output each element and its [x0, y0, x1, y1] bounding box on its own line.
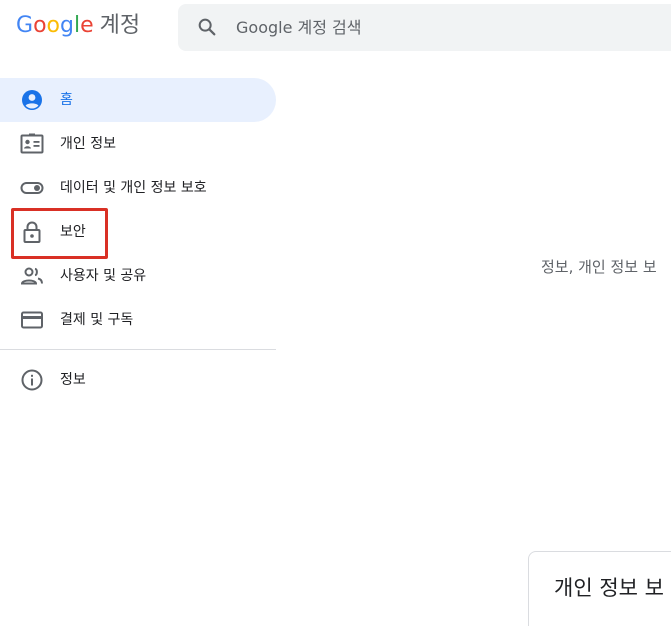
security-highlight-box — [11, 208, 108, 259]
sidebar-item-data-privacy[interactable]: 데이터 및 개인 정보 보호 — [0, 166, 276, 210]
sidebar-item-label: 사용자 및 공유 — [60, 268, 147, 284]
sidebar-item-label: 데이터 및 개인 정보 보호 — [60, 180, 207, 196]
toggle-icon — [20, 182, 44, 194]
search-box[interactable] — [178, 4, 671, 51]
info-icon — [21, 369, 43, 391]
logo-letter: g — [60, 13, 74, 38]
logo-letter: o — [46, 13, 60, 38]
privacy-card[interactable]: 개인 정보 보 정 — [528, 551, 671, 626]
product-name: 계정 — [99, 13, 141, 38]
sidebar-item-personal-info[interactable]: 개인 정보 — [0, 122, 276, 166]
people-icon — [20, 267, 43, 285]
sidebar-item-about[interactable]: 정보 — [0, 358, 276, 402]
sidebar-item-label: 개인 정보 — [60, 136, 116, 152]
logo-letter: o — [33, 13, 47, 38]
sidebar-item-home[interactable]: 홈 — [0, 78, 276, 122]
sidebar-divider — [0, 349, 276, 350]
sidebar-item-label: 홈 — [60, 92, 73, 108]
id-card-icon — [20, 133, 44, 154]
logo-letter: e — [80, 13, 94, 38]
logo-letter: G — [16, 13, 34, 38]
sidebar-item-people-sharing[interactable]: 사용자 및 공유 — [0, 254, 276, 298]
google-account-logo[interactable]: Google 계정 — [16, 12, 140, 40]
search-icon[interactable] — [196, 16, 218, 38]
sidebar-item-label: 정보 — [60, 372, 86, 388]
sidebar-item-label: 결제 및 구독 — [60, 312, 134, 328]
intro-text: 정보, 개인 정보 보 — [541, 258, 657, 276]
credit-card-icon — [21, 311, 43, 329]
sidebar-item-payments[interactable]: 결제 및 구독 — [0, 298, 276, 342]
app-header: Google 계정 — [0, 0, 671, 56]
account-circle-icon — [22, 90, 42, 110]
card-title: 개인 정보 보 정 — [554, 576, 671, 600]
search-input[interactable] — [236, 4, 656, 51]
